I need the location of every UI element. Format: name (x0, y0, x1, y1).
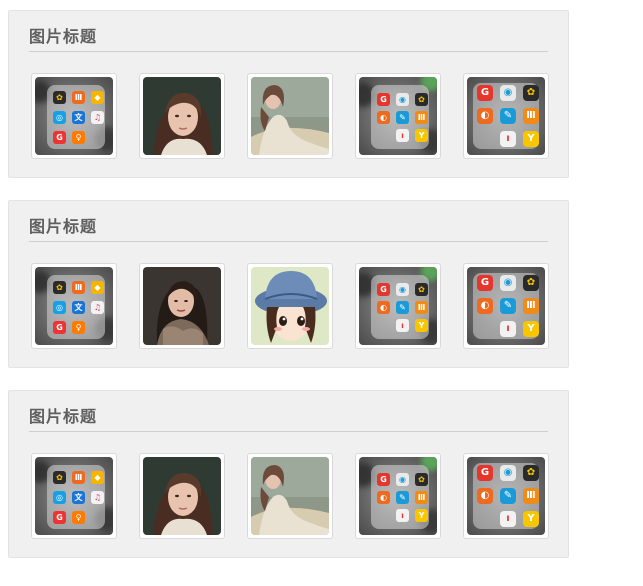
thumbnail-portrait[interactable] (139, 263, 225, 349)
thumbnail-app-folder[interactable]: G ◉ ✿ ◐ ✎ Ⅲ ı Y (463, 73, 549, 159)
panel-divider (29, 431, 548, 432)
app-folder-image: ✿ Ⅲ ◆ ◎ 文 ♫ G ♀ (35, 267, 113, 345)
portrait-image (143, 77, 221, 155)
image-panel-2: 图片标题 ✿ Ⅲ ◆ ◎ 文 ♫ G ♀ G ◉ ✿ ◐ ✎ Ⅲ ı Y G ◉… (8, 200, 569, 368)
app-folder-image: G ◉ ✿ ◐ ✎ Ⅲ ı Y (359, 457, 437, 535)
thumbnail-app-folder[interactable]: G ◉ ✿ ◐ ✎ Ⅲ ı Y (463, 453, 549, 539)
app-folder-image: G ◉ ✿ ◐ ✎ Ⅲ ı Y (467, 77, 545, 155)
thumbnail-app-folder[interactable]: G ◉ ✿ ◐ ✎ Ⅲ ı Y (355, 453, 441, 539)
thumbnail-woman-sitting[interactable] (247, 453, 333, 539)
app-folder-image: G ◉ ✿ ◐ ✎ Ⅲ ı Y (359, 77, 437, 155)
app-folder-image: ✿ Ⅲ ◆ ◎ 文 ♫ G ♀ (35, 457, 113, 535)
thumbnail-portrait[interactable] (139, 453, 225, 539)
cartoon-girl-image (251, 267, 329, 345)
woman-sitting-image (251, 457, 329, 535)
app-folder-image: G ◉ ✿ ◐ ✎ Ⅲ ı Y (467, 267, 545, 345)
app-folder-image: G ◉ ✿ ◐ ✎ Ⅲ ı Y (467, 457, 545, 535)
panel-title: 图片标题 (29, 27, 98, 46)
thumbnail-app-folder[interactable]: G ◉ ✿ ◐ ✎ Ⅲ ı Y (463, 263, 549, 349)
panel-title: 图片标题 (29, 217, 98, 236)
thumbnail-app-folder[interactable]: ✿ Ⅲ ◆ ◎ 文 ♫ G ♀ (31, 73, 117, 159)
thumbnail-woman-sitting[interactable] (247, 73, 333, 159)
image-panel-3: 图片标题 ✿ Ⅲ ◆ ◎ 文 ♫ G ♀ G ◉ ✿ ◐ ✎ Ⅲ ı Y G ◉… (8, 390, 569, 558)
app-folder-image: G ◉ ✿ ◐ ✎ Ⅲ ı Y (359, 267, 437, 345)
portrait-image (143, 267, 221, 345)
thumbnail-app-folder[interactable]: ✿ Ⅲ ◆ ◎ 文 ♫ G ♀ (31, 263, 117, 349)
thumbnail-app-folder[interactable]: G ◉ ✿ ◐ ✎ Ⅲ ı Y (355, 73, 441, 159)
panel-divider (29, 51, 548, 52)
thumbnail-app-folder[interactable]: G ◉ ✿ ◐ ✎ Ⅲ ı Y (355, 263, 441, 349)
thumbnail-cartoon-girl[interactable] (247, 263, 333, 349)
app-folder-image: ✿ Ⅲ ◆ ◎ 文 ♫ G ♀ (35, 77, 113, 155)
portrait-image (143, 457, 221, 535)
thumbnail-app-folder[interactable]: ✿ Ⅲ ◆ ◎ 文 ♫ G ♀ (31, 453, 117, 539)
image-panel-1: 图片标题 ✿ Ⅲ ◆ ◎ 文 ♫ G ♀ G ◉ ✿ ◐ ✎ Ⅲ ı Y G ◉… (8, 10, 569, 178)
thumbnail-portrait[interactable] (139, 73, 225, 159)
panel-divider (29, 241, 548, 242)
woman-sitting-image (251, 77, 329, 155)
panel-title: 图片标题 (29, 407, 98, 426)
